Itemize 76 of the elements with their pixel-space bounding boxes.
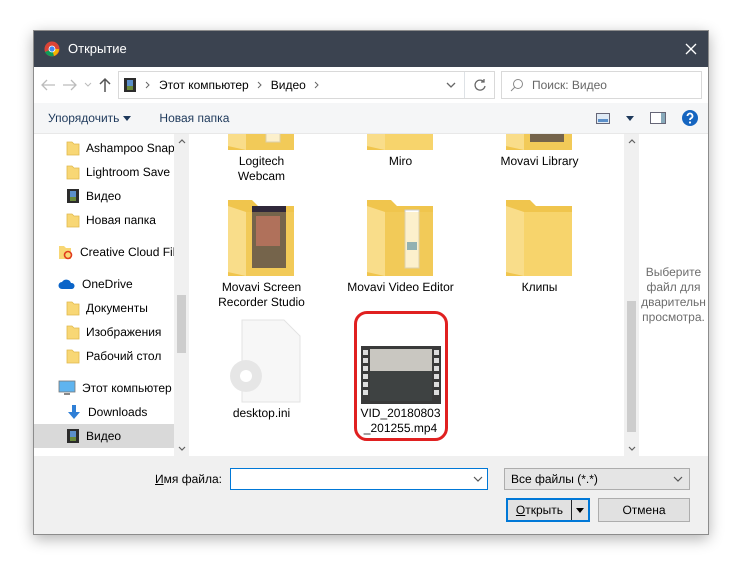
scroll-down-icon <box>628 446 636 451</box>
folder-icon <box>66 300 80 316</box>
open-button[interactable]: Открыть <box>506 498 590 522</box>
search-field[interactable]: Поиск: Видео <box>501 71 702 99</box>
browser-logo-icon <box>44 41 60 57</box>
down-arrow-icon <box>66 404 82 420</box>
file-item[interactable]: Movavi Library <box>484 134 596 169</box>
file-item[interactable]: Клипы <box>484 190 596 295</box>
chevron-right-icon <box>145 81 151 89</box>
sidebar-item[interactable]: Изображения <box>34 320 174 344</box>
chevron-right-icon <box>256 81 263 89</box>
file-item[interactable]: Movavi Video Editor <box>344 190 456 295</box>
search-icon <box>510 78 524 92</box>
file-item[interactable]: desktop.ini <box>206 316 318 421</box>
chevron-down-icon <box>84 82 92 88</box>
sidebar-item[interactable]: Lightroom Save <box>34 160 174 184</box>
folder-icon <box>66 348 80 364</box>
sidebar-item[interactable]: Рабочий стол <box>34 344 174 368</box>
scroll-down-icon <box>178 446 186 451</box>
chevron-down-icon <box>473 476 483 482</box>
sidebar-item[interactable]: Документы <box>34 296 174 320</box>
scrollbar[interactable] <box>174 134 189 456</box>
preview-hint: Выберите <box>646 265 702 280</box>
sidebar-item[interactable]: Видео <box>34 424 174 448</box>
filename-label: Имя файла: <box>155 471 222 488</box>
address-bar[interactable]: Этот компьютер Видео <box>118 71 495 99</box>
scroll-up-icon <box>178 139 186 144</box>
chevron-right-icon <box>314 81 320 89</box>
view-icon <box>596 112 610 124</box>
monitor-icon <box>58 380 76 396</box>
file-item[interactable]: VID_20180803_201255.mp4 <box>358 316 442 436</box>
help-icon <box>682 110 698 126</box>
scroll-up-icon <box>628 139 636 144</box>
filename-field[interactable] <box>230 468 488 490</box>
new-folder-button[interactable]: Новая папка <box>155 107 234 129</box>
film-icon <box>66 188 80 204</box>
folder-icon <box>66 164 80 180</box>
chevron-down-icon <box>446 82 456 88</box>
scrollbar[interactable] <box>624 134 639 456</box>
folder-icon <box>66 324 80 340</box>
preview-pane-icon <box>650 112 666 124</box>
cloud-icon <box>58 278 76 290</box>
preview-hint: дварительн <box>641 295 706 310</box>
organize-button[interactable]: Упорядочить <box>44 107 136 129</box>
scrollbar-thumb[interactable] <box>177 295 186 354</box>
file-item[interactable]: Miro <box>344 134 456 169</box>
film-icon <box>123 77 137 93</box>
close-icon <box>684 42 698 56</box>
sidebar-item[interactable]: Этот компьютер <box>34 376 174 400</box>
breadcrumb-link[interactable]: Видео <box>270 76 306 94</box>
preview-hint: файл для <box>646 280 701 295</box>
cancel-button[interactable]: Отмена <box>598 498 690 522</box>
forward-icon <box>62 78 78 92</box>
chevron-down-icon <box>673 476 683 482</box>
refresh-icon <box>472 78 486 92</box>
file-item[interactable]: Logitech Webcam <box>226 134 298 184</box>
scrollbar-thumb[interactable] <box>627 300 636 432</box>
preview-hint: просмотра. <box>642 310 705 325</box>
sidebar-item[interactable]: OneDrive <box>34 272 174 296</box>
sidebar-item[interactable]: Новая папка <box>34 208 174 232</box>
breadcrumb-link[interactable]: Этот компьютер <box>159 76 249 94</box>
film-icon <box>66 428 80 444</box>
up-arrow-icon <box>98 77 112 93</box>
file-item[interactable]: Movavi Screen Recorder Studio <box>206 190 318 310</box>
sidebar-item[interactable]: Видео <box>34 184 174 208</box>
file-type-dropdown[interactable]: Все файлы (*.*) <box>504 468 690 490</box>
caret-icon <box>576 508 584 512</box>
folder-cloud-icon <box>58 244 74 260</box>
window-title: Открытие <box>68 40 128 58</box>
caret-icon <box>123 116 132 120</box>
back-icon <box>40 78 56 92</box>
caret-icon <box>626 116 634 120</box>
folder-icon <box>66 140 80 156</box>
sidebar-item[interactable]: Ashampoo Snap <box>34 136 174 160</box>
folder-icon <box>66 212 80 228</box>
sidebar-item[interactable]: Downloads <box>34 400 174 424</box>
